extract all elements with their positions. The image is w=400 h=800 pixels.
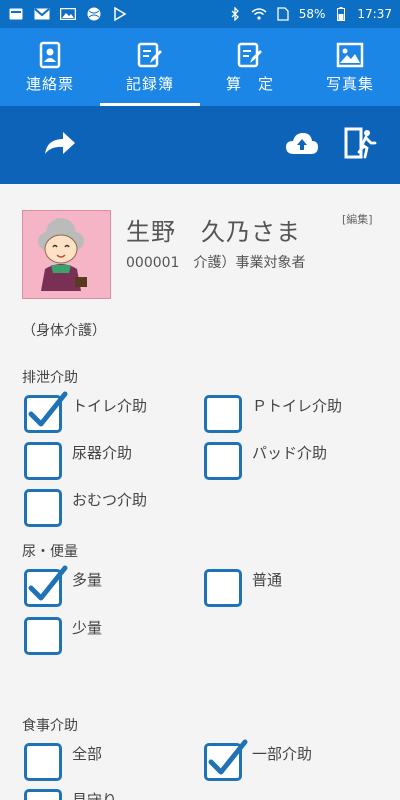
photo-icon xyxy=(336,41,364,69)
play-store-icon xyxy=(112,7,128,21)
care-category: （身体介護） xyxy=(22,323,106,339)
checkbox-volume-small[interactable]: 少量 xyxy=(24,617,102,655)
checkbox[interactable] xyxy=(24,391,68,433)
checkmark-icon xyxy=(28,565,68,601)
checkbox-meal-watch[interactable]: 見守り xyxy=(24,789,117,800)
patient-id-type: 000001 介護）事業対象者 xyxy=(126,255,306,271)
checkmark-icon xyxy=(28,391,68,427)
checkbox[interactable] xyxy=(24,743,62,781)
checkbox-label: 見守り xyxy=(72,791,118,800)
checkbox-urinal-assist[interactable]: 尿器介助 xyxy=(24,442,132,480)
tab-bar: 連絡票 記録簿 算 定 写真集 xyxy=(0,28,400,106)
exit-button[interactable] xyxy=(342,127,378,163)
clock: 17:37 xyxy=(357,7,392,21)
record-edit-icon xyxy=(136,41,164,69)
checkbox-volume-large[interactable]: 多量 xyxy=(24,565,103,607)
checkbox[interactable] xyxy=(24,617,62,655)
edit-link[interactable]: [編集] xyxy=(342,211,373,227)
checkbox-label: おむつ介助 xyxy=(72,491,148,509)
section-title-meal-assist: 食事介助 xyxy=(22,718,78,734)
checkbox-volume-normal[interactable]: 普通 xyxy=(204,569,282,607)
tab-label: 算 定 xyxy=(225,74,274,93)
battery-icon xyxy=(333,7,349,21)
image-icon xyxy=(60,7,76,21)
status-bar: 58% 17:37 xyxy=(0,0,400,28)
checkbox[interactable] xyxy=(24,489,62,527)
exit-door-icon xyxy=(343,126,377,164)
upload-button[interactable] xyxy=(284,127,320,163)
tab-calc[interactable]: 算 定 xyxy=(200,28,300,106)
contact-card-icon xyxy=(36,41,64,69)
notification-icon xyxy=(8,7,24,21)
tab-photos[interactable]: 写真集 xyxy=(300,28,400,106)
bluetooth-icon xyxy=(227,7,243,21)
sim-icon xyxy=(275,7,291,21)
section-title-output-volume: 尿・便量 xyxy=(22,544,78,560)
checkbox-label: 全部 xyxy=(72,745,103,763)
checkbox[interactable] xyxy=(204,569,242,607)
share-arrow-icon xyxy=(43,130,77,160)
calc-edit-icon xyxy=(236,41,264,69)
checkbox[interactable] xyxy=(24,565,68,607)
forward-button[interactable] xyxy=(42,127,78,163)
battery-percent: 58% xyxy=(298,7,326,21)
wifi-icon xyxy=(251,7,267,21)
checkbox[interactable] xyxy=(204,395,242,433)
toolbar xyxy=(0,106,400,184)
checkbox-meal-partial[interactable]: 一部介助 xyxy=(204,739,313,781)
tab-label: 記録簿 xyxy=(125,74,174,93)
checkbox-meal-full[interactable]: 全部 xyxy=(24,743,102,781)
checkbox-label: 一部介助 xyxy=(252,745,313,763)
checkbox-pad-assist[interactable]: パッド介助 xyxy=(204,442,327,480)
checkbox-label: 尿器介助 xyxy=(72,444,133,462)
checkbox-p-toilet-assist[interactable]: Ｐトイレ介助 xyxy=(204,395,342,433)
checkbox[interactable] xyxy=(24,789,62,800)
checkbox-label: 多量 xyxy=(72,571,103,589)
tab-contact[interactable]: 連絡票 xyxy=(0,28,100,106)
tab-label: 写真集 xyxy=(325,74,374,93)
checkmark-icon xyxy=(208,739,248,775)
checkbox-label: 少量 xyxy=(72,619,103,637)
section-title-excretion: 排泄介助 xyxy=(22,370,78,386)
checkbox[interactable] xyxy=(204,739,248,781)
checkbox-label: トイレ介助 xyxy=(72,397,148,415)
record-form: 生野 久乃さま [編集] 000001 介護）事業対象者 （身体介護） 排泄介助… xyxy=(0,184,400,800)
cloud-upload-icon xyxy=(285,130,319,160)
checkbox-label: 普通 xyxy=(252,571,283,589)
checkbox-diaper-assist[interactable]: おむつ介助 xyxy=(24,489,147,527)
tab-label: 連絡票 xyxy=(25,74,74,93)
ball-icon xyxy=(86,7,102,21)
checkbox[interactable] xyxy=(204,442,242,480)
mail-icon xyxy=(34,7,50,21)
tab-records[interactable]: 記録簿 xyxy=(100,28,200,106)
patient-name: 生野 久乃さま xyxy=(126,218,301,246)
avatar xyxy=(22,210,111,299)
checkbox-label: パッド介助 xyxy=(252,444,328,462)
checkbox-label: Ｐトイレ介助 xyxy=(252,397,343,415)
checkbox[interactable] xyxy=(24,442,62,480)
checkbox-toilet-assist[interactable]: トイレ介助 xyxy=(24,391,148,433)
